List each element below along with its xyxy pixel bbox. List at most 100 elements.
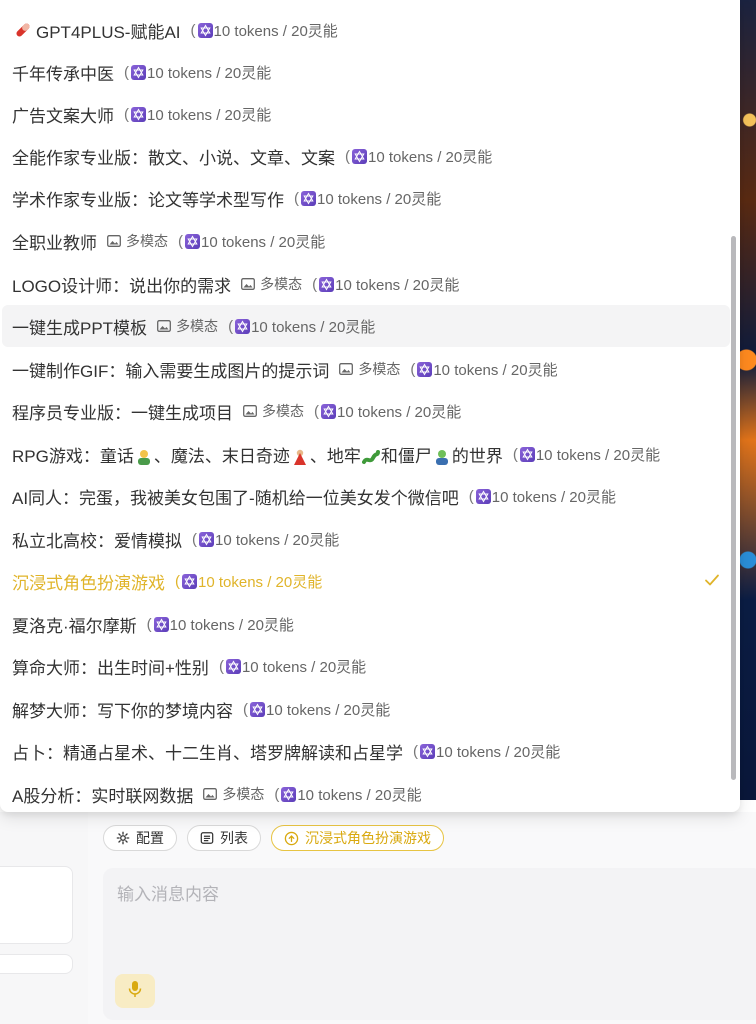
token-star-icon xyxy=(321,403,336,419)
menu-item-name-text: LOGO设计师：说出你的需求 xyxy=(12,276,232,296)
token-cost: (10 tokens / 20灵能 xyxy=(175,571,322,592)
menu-item[interactable]: 学术作家专业版：论文等学术型写作 (10 tokens / 20灵能 xyxy=(2,177,730,219)
token-cost: (10 tokens / 20灵能 xyxy=(314,401,461,422)
image-icon xyxy=(243,405,257,417)
token-cost-text: 10 tokens / 20灵能 xyxy=(297,786,422,804)
config-button[interactable]: 配置 xyxy=(103,825,177,851)
menu-item-name-text: AI同人：完蛋，我被美女包围了-随机给一位美女发个微信吧 xyxy=(12,488,459,508)
menu-item-name-text: 沉浸式角色扮演游戏 xyxy=(12,573,165,593)
token-paren: ( xyxy=(146,615,152,633)
menu-item-name-text: 夏洛克·福尔摩斯 xyxy=(12,616,137,636)
image-icon xyxy=(203,788,218,800)
token-cost: (10 tokens / 20灵能 xyxy=(219,656,366,677)
token-cost-text: 10 tokens / 20灵能 xyxy=(337,403,462,421)
dragon-emoji-icon xyxy=(361,447,381,466)
menu-item[interactable]: 解梦大师：写下你的梦境内容 (10 tokens / 20灵能 xyxy=(2,688,730,730)
token-paren: ( xyxy=(468,487,474,505)
menu-item-name: 解梦大师：写下你的梦境内容 xyxy=(12,697,233,722)
token-paren: ( xyxy=(243,700,248,718)
menu-item-name-part: 和僵尸 xyxy=(380,446,432,466)
token-cost: (10 tokens / 20灵能 xyxy=(410,359,557,380)
sidebar-card[interactable] xyxy=(0,866,73,944)
menu-item[interactable]: 沉浸式角色扮演游戏 (10 tokens / 20灵能 xyxy=(2,560,730,602)
token-cost: (10 tokens / 20灵能 xyxy=(124,62,271,83)
menu-item-name: 一键生成PPT模板 xyxy=(12,314,147,339)
message-input[interactable]: 输入消息内容 xyxy=(103,868,756,1020)
token-paren: ( xyxy=(410,360,416,378)
token-cost-text: 10 tokens / 20灵能 xyxy=(335,276,460,294)
list-button[interactable]: 列表 xyxy=(187,825,261,851)
menu-item[interactable]: 程序员专业版：一键生成项目 多模态 (10 tokens / 20灵能 xyxy=(2,390,730,432)
dropdown-scrollbar[interactable] xyxy=(731,236,736,780)
image-icon xyxy=(241,278,256,290)
mage-emoji-icon xyxy=(290,447,310,466)
multimodal-badge: 多模态 xyxy=(157,316,218,336)
menu-item-name: 私立北高校：爱情模拟 xyxy=(12,527,182,552)
menu-item[interactable]: 一键生成PPT模板 多模态 (10 tokens / 20灵能 xyxy=(2,305,730,347)
multimodal-label: 多模态 xyxy=(358,361,401,377)
token-star-icon xyxy=(225,658,241,674)
token-cost-text: 10 tokens / 20灵能 xyxy=(436,743,561,761)
menu-item[interactable]: RPG游戏：童话 、魔法、末日奇迹 、地牢 和僵尸 的世界 (10 tokens / 20… xyxy=(2,433,730,475)
token-star-icon xyxy=(319,276,335,292)
pill-icon xyxy=(12,20,36,40)
menu-item-name-part: 、魔法、末日奇迹 xyxy=(153,446,290,466)
menu-item[interactable]: 一键制作GIF：输入需要生成图片的提示词 多模态 (10 tokens / 20灵能 xyxy=(2,348,730,390)
menu-item[interactable]: 私立北高校：爱情模拟 (10 tokens / 20灵能 xyxy=(2,518,730,560)
model-selector-label: 沉浸式角色扮演游戏 xyxy=(305,830,431,846)
token-cost-text: 10 tokens / 20灵能 xyxy=(147,64,272,82)
token-paren: ( xyxy=(413,742,418,760)
menu-item-name-text: GPT4PLUS-赋能AI xyxy=(36,22,181,42)
menu-item[interactable]: AI同人：完蛋，我被美女包围了-随机给一位美女发个微信吧 (10 tokens /… xyxy=(2,475,730,517)
token-cost-text: 10 tokens / 20灵能 xyxy=(491,488,616,506)
token-cost-text: 10 tokens / 20灵能 xyxy=(433,361,558,379)
menu-item-name-text: 广告文案大师 xyxy=(12,106,114,126)
image-icon xyxy=(107,235,121,247)
token-star-icon xyxy=(197,22,213,38)
menu-item-name-text: 全能作家专业版：散文、小说、文章、文案 xyxy=(12,148,335,168)
menu-item[interactable]: 广告文案大师 (10 tokens / 20灵能 xyxy=(2,93,730,135)
menu-item-name-text: 一键生成PPT模板 xyxy=(12,318,148,338)
menu-item[interactable]: LOGO设计师：说出你的需求 多模态 (10 tokens / 20灵能 xyxy=(2,263,730,305)
token-cost-text: 10 tokens / 20灵能 xyxy=(368,148,493,166)
token-paren: ( xyxy=(175,572,180,590)
menu-item-name: 程序员专业版：一键生成项目 xyxy=(12,399,233,424)
menu-item-name: 学术作家专业版：论文等学术型写作 xyxy=(12,186,284,211)
menu-item-name-part: 的世界 xyxy=(451,446,503,466)
menu-item-name: 广告文案大师 xyxy=(12,102,114,127)
token-cost: (10 tokens / 20灵能 xyxy=(147,614,294,635)
voice-input-button[interactable] xyxy=(115,974,155,1008)
token-cost-text: 10 tokens / 20灵能 xyxy=(198,573,323,591)
menu-item[interactable]: 夏洛克·福尔摩斯 (10 tokens / 20灵能 xyxy=(2,603,730,645)
token-cost: (10 tokens / 20灵能 xyxy=(469,486,616,507)
check-icon xyxy=(704,572,720,593)
menu-item-name-text: RPG游戏：童话 xyxy=(12,446,134,466)
model-selector-button[interactable]: 沉浸式角色扮演游戏 xyxy=(271,825,444,851)
menu-item[interactable]: 占卜：精通占星术、十二生肖、塔罗牌解读和占星学 (10 tokens / 20灵能 xyxy=(2,730,730,772)
token-paren: ( xyxy=(345,147,350,165)
token-star-icon xyxy=(182,573,197,589)
menu-item[interactable]: GPT4PLUS-赋能AI (10 tokens / 20灵能 xyxy=(2,9,730,51)
image-icon xyxy=(339,363,354,375)
menu-item-name-text: A股分析：实时联网数据 xyxy=(12,786,194,806)
menu-item-name: LOGO设计师：说出你的需求 xyxy=(12,272,231,297)
background-artwork xyxy=(740,0,756,800)
menu-item[interactable]: A股分析：实时联网数据 多模态 (10 tokens / 20灵能 xyxy=(2,773,730,815)
menu-item-name-text: 千年传承中医 xyxy=(12,64,114,84)
token-cost: (10 tokens / 20灵能 xyxy=(345,146,492,167)
list-label: 列表 xyxy=(220,830,248,846)
multimodal-label: 多模态 xyxy=(176,318,219,334)
sidebar-card[interactable] xyxy=(0,954,73,974)
menu-item-name-text: 占卜：精通占星术、十二生肖、塔罗牌解读和占星学 xyxy=(12,743,403,763)
menu-item-name: 千年传承中医 xyxy=(12,60,114,85)
menu-item[interactable]: 全能作家专业版：散文、小说、文章、文案 (10 tokens / 20灵能 xyxy=(2,135,730,177)
gear-icon xyxy=(116,831,130,845)
token-star-icon xyxy=(301,190,316,206)
menu-item[interactable]: 全职业教师 多模态 (10 tokens / 20灵能 xyxy=(2,220,730,262)
menu-item[interactable]: 算命大师：出生时间+性别 (10 tokens / 20灵能 xyxy=(2,645,730,687)
multimodal-badge: 多模态 xyxy=(107,231,168,251)
token-cost-text: 10 tokens / 20灵能 xyxy=(147,106,272,124)
menu-item-name: 沉浸式角色扮演游戏 xyxy=(12,569,165,594)
menu-item[interactable]: 千年传承中医 (10 tokens / 20灵能 xyxy=(2,51,730,93)
token-cost: (10 tokens / 20灵能 xyxy=(192,529,339,550)
